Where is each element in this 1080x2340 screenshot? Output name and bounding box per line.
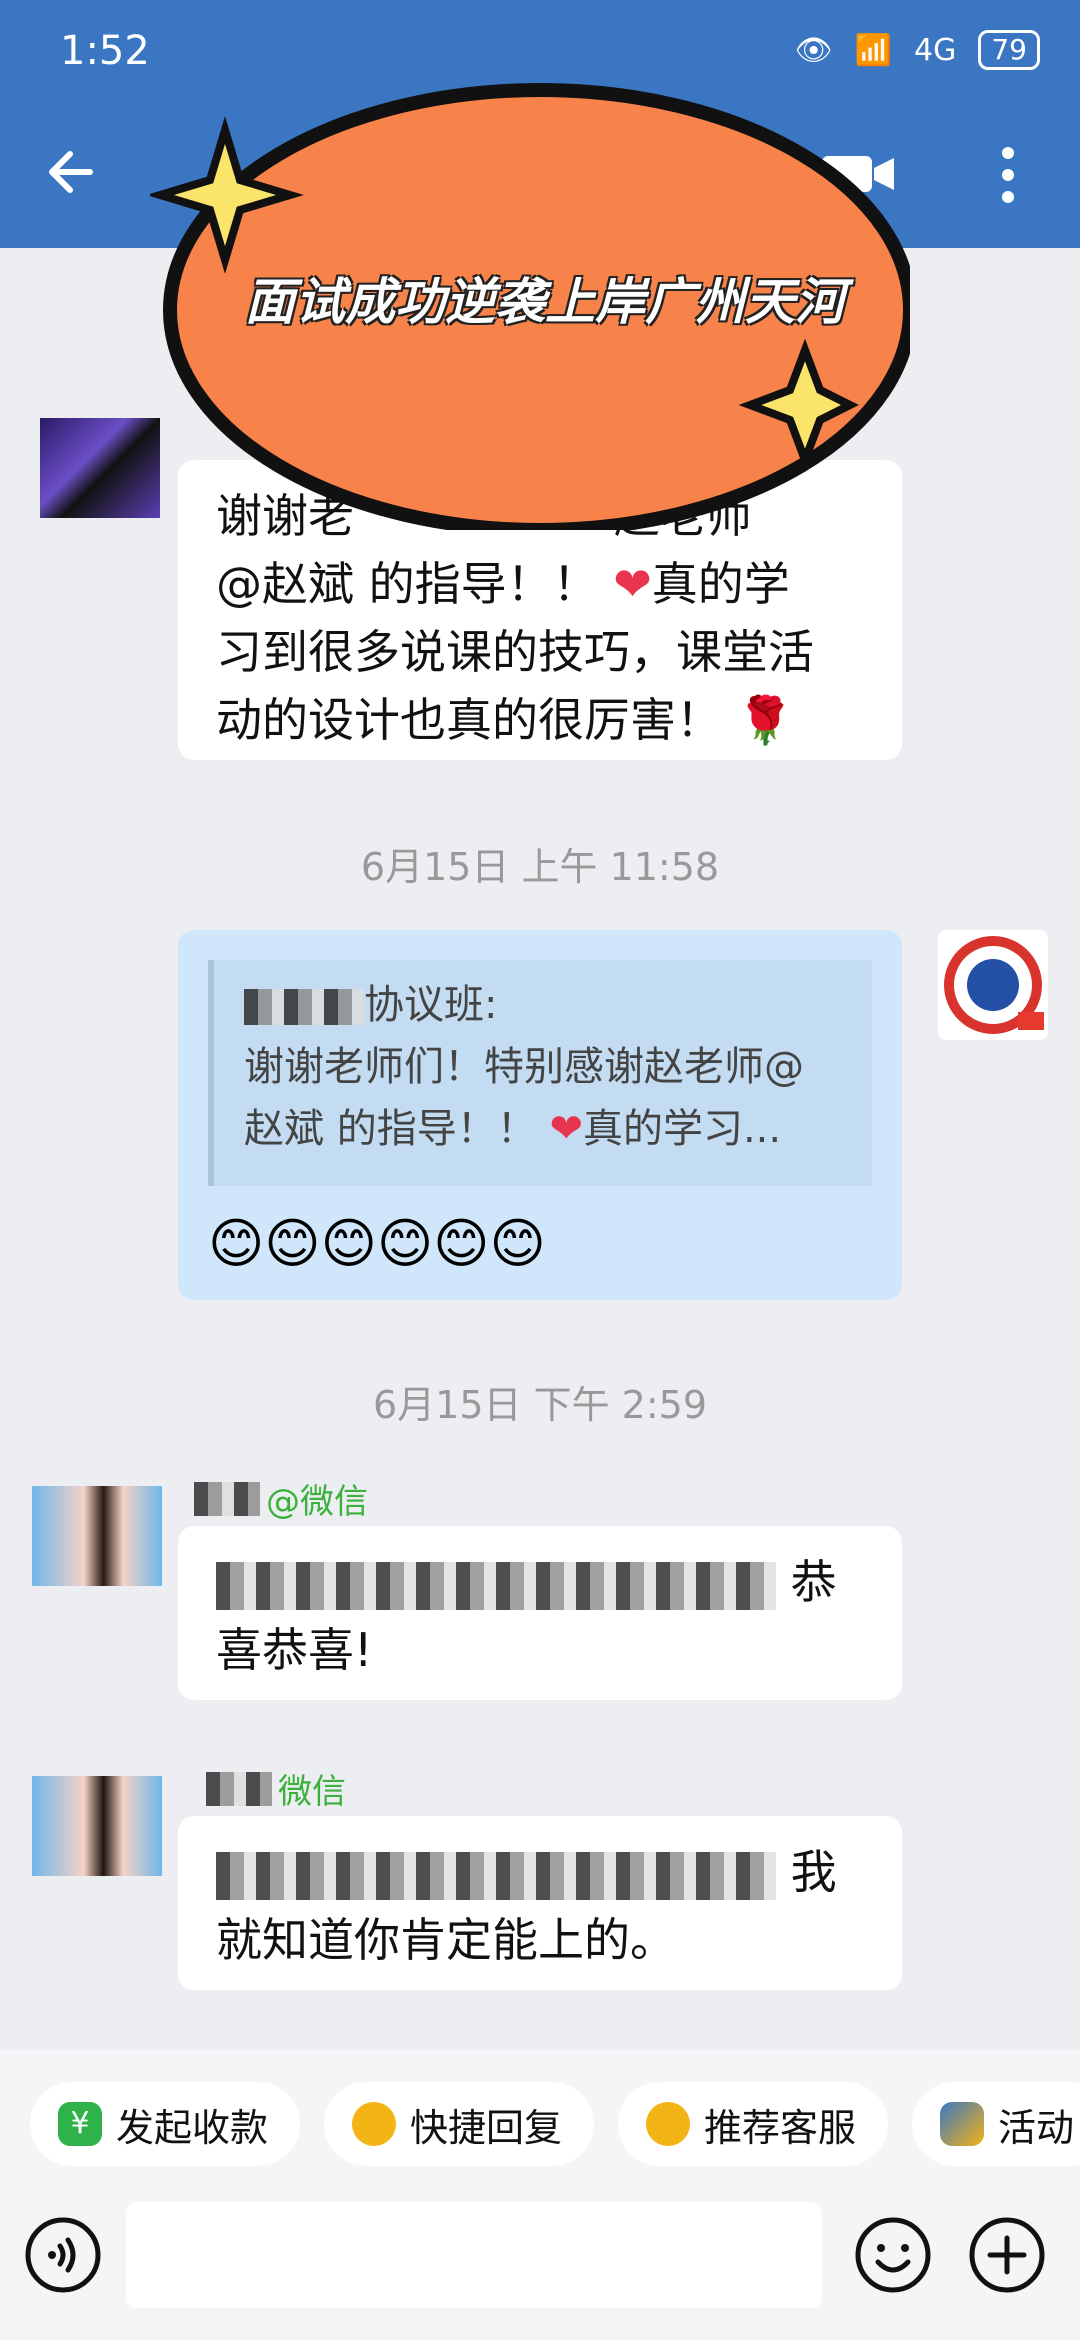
activity-icon bbox=[940, 2102, 984, 2146]
message-text: 恭 bbox=[790, 1555, 837, 1609]
message-text: 就知道你肯定能上的。 bbox=[216, 1913, 676, 1967]
message-text: 喜恭喜! bbox=[216, 1623, 373, 1677]
redacted-text bbox=[216, 1561, 776, 1610]
redacted-name bbox=[194, 1481, 260, 1516]
redacted-text bbox=[216, 1851, 776, 1900]
message-text: 我 bbox=[790, 1845, 837, 1899]
emoji-picker-icon[interactable] bbox=[854, 2216, 932, 2294]
message-input[interactable] bbox=[126, 2202, 822, 2308]
sender-avatar[interactable] bbox=[32, 1486, 162, 1586]
heart-emoji-icon: ❤ bbox=[613, 557, 652, 611]
quick-collect-payment-button[interactable]: ¥ 发起收款 bbox=[30, 2082, 300, 2166]
quick-reply-icon bbox=[352, 2102, 396, 2146]
back-arrow-icon[interactable] bbox=[40, 140, 104, 204]
message-text: @赵斌 的指导！！ bbox=[216, 557, 599, 611]
sender-avatar[interactable] bbox=[40, 418, 160, 518]
redacted-name bbox=[244, 989, 364, 1025]
wifi-icon: 📶 bbox=[854, 32, 893, 68]
self-avatar[interactable] bbox=[938, 930, 1048, 1040]
timestamp: 6月15日 上午 11:58 bbox=[360, 845, 720, 889]
add-attachment-icon[interactable] bbox=[968, 2216, 1046, 2294]
quoted-message: 协议班: 谢谢老师们！特别感谢赵老师@ 赵斌 的指导！！ ❤真的学习... bbox=[208, 960, 872, 1186]
logo-icon bbox=[944, 936, 1044, 1034]
banner-title: 面试成功逆袭上岸广州天河 bbox=[245, 273, 845, 331]
timestamp: 6月15日 下午 2:59 bbox=[372, 1383, 708, 1427]
emoji-row: 😊😊😊😊😊😊 bbox=[208, 1212, 546, 1275]
voice-input-icon[interactable] bbox=[24, 2216, 102, 2294]
activity-button[interactable]: 活动 bbox=[912, 2082, 1080, 2166]
message-bubble[interactable]: 我 就知道你肯定能上的。 bbox=[178, 1816, 902, 1990]
status-time: 1:52 bbox=[60, 28, 150, 74]
yuan-icon: ¥ bbox=[58, 2102, 102, 2146]
recommend-service-button[interactable]: 推荐客服 bbox=[618, 2082, 888, 2166]
heart-emoji-icon: ❤ bbox=[549, 1106, 583, 1152]
rose-emoji-icon: 🌹 bbox=[736, 693, 794, 747]
quote-sender: 协议班: bbox=[364, 982, 498, 1028]
quick-label: 活动 bbox=[998, 2105, 1075, 2150]
battery-indicator: 79 bbox=[978, 30, 1040, 70]
quick-label: 快捷回复 bbox=[410, 2105, 563, 2150]
quick-label: 推荐客服 bbox=[704, 2105, 857, 2150]
sender-name: @微信 bbox=[266, 1482, 368, 1522]
message-text: 习到很多说课的技巧，课堂活 bbox=[216, 625, 814, 679]
quick-label: 发起收款 bbox=[116, 2105, 269, 2150]
redacted-name bbox=[206, 1771, 272, 1806]
sender-name: 微信 bbox=[278, 1772, 346, 1812]
more-options-icon[interactable] bbox=[1000, 145, 1016, 205]
message-text: 真的学 bbox=[651, 557, 790, 611]
quick-reply-button[interactable]: 快捷回复 bbox=[324, 2082, 594, 2166]
message-text: 动的设计也真的很厉害！ bbox=[216, 693, 722, 747]
message-bubble[interactable]: 恭 喜恭喜! bbox=[178, 1526, 902, 1700]
service-icon bbox=[646, 2102, 690, 2146]
quote-text: 谢谢老师们！特别感谢赵老师@ bbox=[244, 1044, 804, 1090]
quote-text: 真的学习... bbox=[582, 1106, 782, 1152]
network-label: 4G bbox=[914, 32, 957, 68]
sender-avatar[interactable] bbox=[32, 1776, 162, 1876]
eye-icon: 👁 bbox=[794, 32, 833, 68]
status-icons: 👁 📶 4G 79 bbox=[795, 30, 1040, 70]
quote-text: 赵斌 的指导！！ bbox=[244, 1106, 537, 1152]
